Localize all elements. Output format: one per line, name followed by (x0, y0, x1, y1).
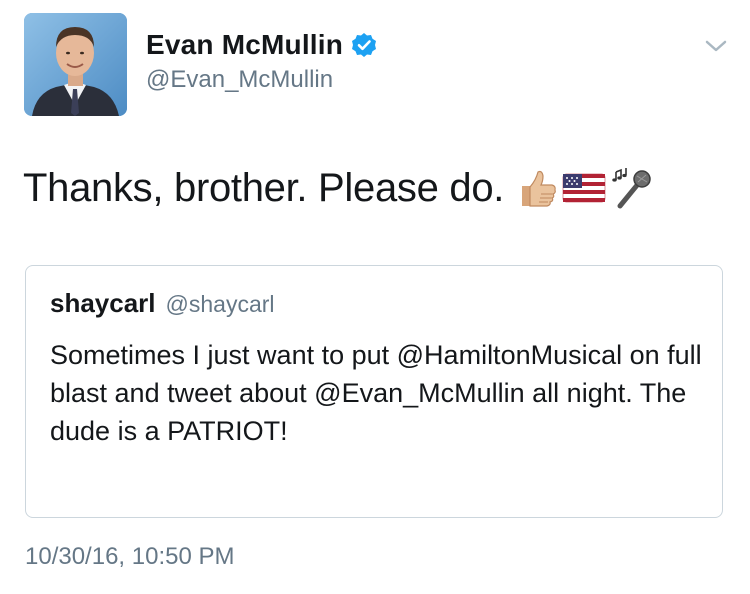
tweet-emojis (516, 166, 654, 210)
tweet-text: Thanks, brother. Please do. (23, 165, 505, 210)
avatar[interactable] (24, 13, 127, 116)
author-handle[interactable]: @Evan_McMullin (146, 66, 333, 94)
author-display-name[interactable]: Evan McMullin (146, 29, 343, 61)
quoted-tweet-card[interactable]: shaycarl @shaycarl Sometimes I just want… (25, 265, 723, 518)
author-name-row: Evan McMullin (146, 27, 377, 63)
quoted-tweet-author-name: shaycarl (50, 288, 156, 318)
tweet-body: Thanks, brother. Please do. (23, 162, 654, 214)
chevron-down-icon[interactable] (703, 36, 729, 56)
quoted-tweet-text: Sometimes I just want to put @HamiltonMu… (50, 340, 702, 446)
quoted-tweet-header: shaycarl @shaycarl (50, 288, 275, 319)
quoted-tweet-author-handle: @shaycarl (165, 291, 275, 317)
thumbs-up-icon (516, 166, 560, 210)
us-flag-icon (562, 172, 606, 204)
verified-badge-icon (351, 32, 377, 58)
microphone-notes-icon (608, 166, 654, 210)
tweet-timestamp[interactable]: 10/30/16, 10:50 PM (25, 543, 234, 571)
